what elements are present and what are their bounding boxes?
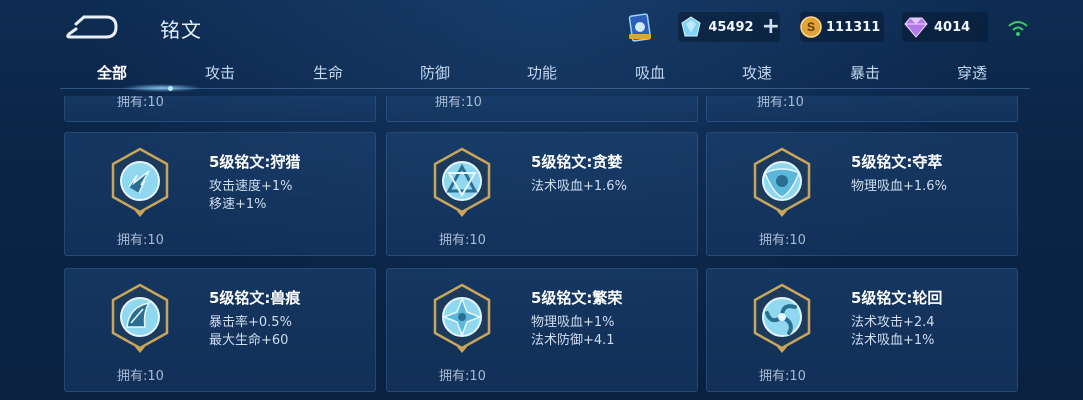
inscription-attr: 移速+1% (209, 197, 267, 212)
inscription-name: 5级铭文:繁荣 (531, 289, 623, 307)
inscription-grid: 拥有:10 拥有:10 拥有:10 5级铭文:狩猎 攻击速度+1% 移速+1% … (64, 96, 1022, 400)
tab-health[interactable]: 生命 (313, 62, 343, 83)
owned-count: 拥有:10 (117, 96, 164, 110)
seize-emblem-icon (753, 147, 811, 217)
tab-attack-speed[interactable]: 攻速 (742, 62, 772, 83)
prosper-emblem-icon (433, 283, 491, 353)
hero-card-icon[interactable] (626, 12, 656, 44)
owned-count: 拥有:10 (117, 369, 164, 384)
inscription-card[interactable]: 5级铭文:兽痕 暴击率+0.5% 最大生命+60 拥有:10 (64, 268, 376, 392)
diamond-counter: 45492 + (678, 12, 780, 42)
inscription-card[interactable]: 5级铭文:夺萃 物理吸血+1.6% 拥有:10 (706, 132, 1018, 256)
gem-counter: 4014 (902, 12, 988, 42)
inscription-card-partial[interactable]: 拥有:10 (706, 96, 1018, 122)
greed-emblem-icon (433, 147, 491, 217)
tab-attack[interactable]: 攻击 (205, 62, 235, 83)
gold-counter: S 111311 (800, 12, 884, 42)
inscription-name: 5级铭文:兽痕 (209, 289, 301, 307)
inscription-attr: 暴击率+0.5% (209, 315, 292, 330)
gem-count: 4014 (934, 19, 971, 35)
filter-tabs: 全部 攻击 生命 防御 功能 吸血 攻速 暴击 穿透 (60, 58, 1030, 92)
tab-all[interactable]: 全部 (97, 62, 127, 83)
back-arrow-icon[interactable] (62, 14, 120, 40)
inscription-attr: 法术吸血+1% (851, 333, 935, 348)
inscription-card[interactable]: 5级铭文:繁荣 物理吸血+1% 法术防御+4.1 拥有:10 (386, 268, 698, 392)
inscription-attr: 法术吸血+1.6% (531, 179, 627, 194)
add-diamond-button[interactable]: + (762, 16, 780, 38)
owned-count: 拥有:10 (117, 233, 164, 248)
inscription-attr: 攻击速度+1% (209, 179, 293, 194)
owned-count: 拥有:10 (759, 233, 806, 248)
inscription-card-partial[interactable]: 拥有:10 (386, 96, 698, 122)
tab-defense[interactable]: 防御 (420, 62, 450, 83)
inscription-attr: 最大生命+60 (209, 333, 289, 348)
cycle-emblem-icon (753, 283, 811, 353)
active-tab-indicator (122, 84, 202, 92)
inscription-card[interactable]: 5级铭文:轮回 法术攻击+2.4 法术吸血+1% 拥有:10 (706, 268, 1018, 392)
top-bar: 铭文 45492 + S 111311 4014 (0, 0, 1083, 56)
diamond-count: 45492 (708, 19, 754, 35)
inscription-card[interactable]: 5级铭文:狩猎 攻击速度+1% 移速+1% 拥有:10 (64, 132, 376, 256)
purple-gem-icon (902, 13, 930, 41)
tab-divider (60, 88, 1030, 89)
owned-count: 拥有:10 (757, 96, 804, 110)
inscription-attr: 法术攻击+2.4 (851, 315, 935, 330)
tab-crit[interactable]: 暴击 (850, 62, 880, 83)
diamond-icon (678, 13, 704, 41)
inscription-attr: 物理吸血+1% (531, 315, 615, 330)
inscription-attr: 物理吸血+1.6% (851, 179, 947, 194)
owned-count: 拥有:10 (439, 233, 486, 248)
wifi-signal-icon (1008, 21, 1028, 36)
tab-lifesteal[interactable]: 吸血 (635, 62, 665, 83)
tab-penetration[interactable]: 穿透 (957, 62, 987, 83)
inscription-name: 5级铭文:狩猎 (209, 153, 301, 171)
beast-emblem-icon (111, 283, 169, 353)
gold-count: 111311 (826, 19, 881, 35)
inscription-card[interactable]: 5级铭文:贪婪 法术吸血+1.6% 拥有:10 (386, 132, 698, 256)
owned-count: 拥有:10 (435, 96, 482, 110)
inscription-card-partial[interactable]: 拥有:10 (64, 96, 376, 122)
hunt-emblem-icon (111, 147, 169, 217)
tab-utility[interactable]: 功能 (527, 62, 557, 83)
owned-count: 拥有:10 (439, 369, 486, 384)
page-title: 铭文 (160, 18, 202, 42)
svg-text:S: S (807, 20, 815, 34)
inscription-name: 5级铭文:贪婪 (531, 153, 623, 171)
owned-count: 拥有:10 (759, 369, 806, 384)
gold-coin-icon: S (800, 13, 822, 41)
inscription-name: 5级铭文:轮回 (851, 289, 943, 307)
active-tab-dot (168, 86, 173, 91)
inscription-attr: 法术防御+4.1 (531, 333, 615, 348)
inscription-name: 5级铭文:夺萃 (851, 153, 943, 171)
